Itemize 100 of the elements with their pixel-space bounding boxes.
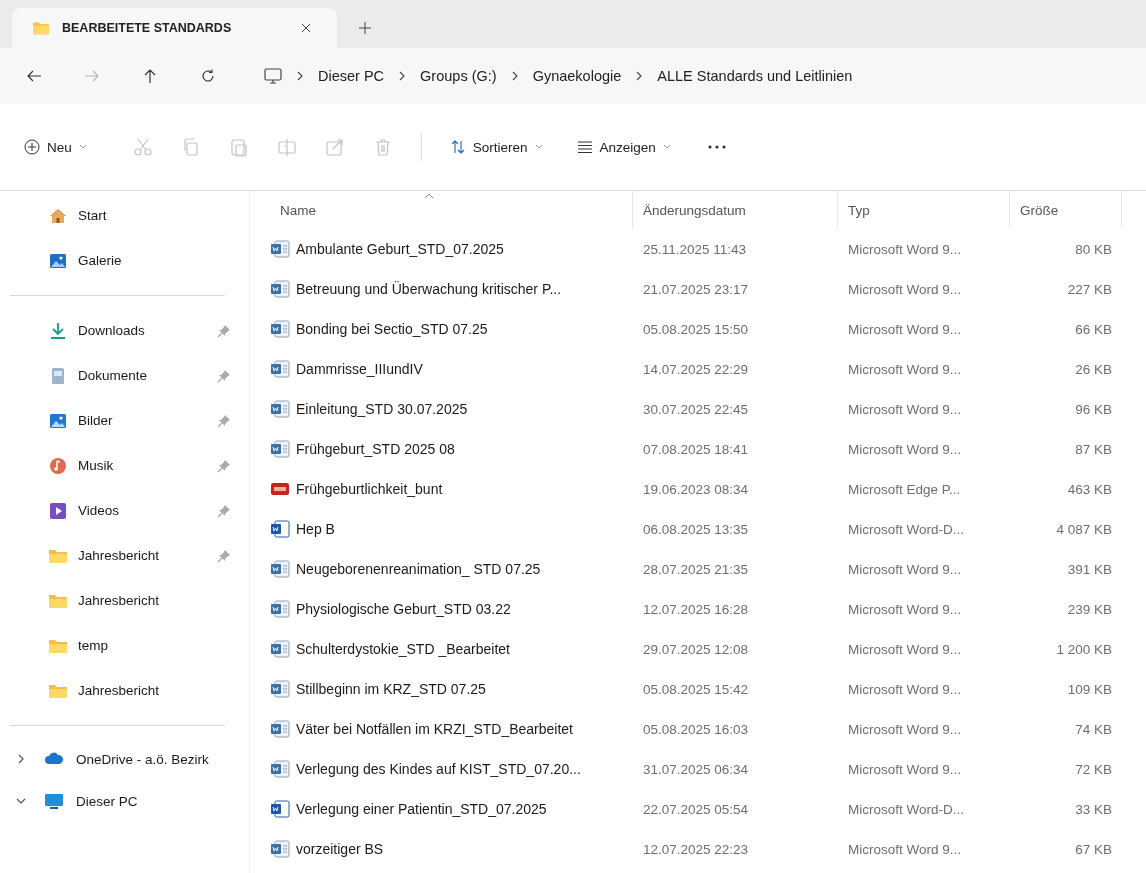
modified-date: 21.07.2025 23:17 xyxy=(643,281,749,297)
file-name[interactable]: Väter bei Notfällen im KRZI_STD_Bearbeitet xyxy=(296,721,573,737)
modified-date: 07.08.2025 18:41 xyxy=(643,441,749,457)
chevron-right-icon[interactable] xyxy=(16,754,26,764)
pin-icon[interactable] xyxy=(217,323,231,338)
chevron-right-icon xyxy=(398,71,407,81)
pin-icon[interactable] xyxy=(217,548,231,563)
file-type: Microsoft Word 9... xyxy=(848,761,962,777)
word-file-icon xyxy=(270,840,290,858)
sidebar-item[interactable]: Start xyxy=(0,193,249,238)
file-type: Microsoft Word 9... xyxy=(848,321,962,337)
file-name[interactable]: vorzeitiger BS xyxy=(296,841,384,857)
sidebar-item[interactable]: Dokumente xyxy=(0,353,249,398)
file-name[interactable]: Verlegung einer Patientin_STD_07.2025 xyxy=(296,801,547,817)
file-type: Microsoft Word-D... xyxy=(848,801,964,817)
word-file-icon xyxy=(270,600,290,618)
videos-icon xyxy=(48,500,68,521)
file-size: 26 KB xyxy=(1075,361,1112,377)
file-name[interactable]: Einleitung_STD 30.07.2025 xyxy=(296,401,468,417)
file-type: Microsoft Word-D... xyxy=(848,521,964,537)
breadcrumb-item[interactable]: Dieser PC xyxy=(318,68,385,84)
file-type: Microsoft Word 9... xyxy=(848,561,962,577)
modified-date: 14.07.2025 22:29 xyxy=(643,361,749,377)
file-name[interactable]: Stillbeginn im KRZ_STD 07.25 xyxy=(296,681,486,697)
file-size: 239 KB xyxy=(1067,601,1112,617)
folder-tab[interactable]: BEARBEITETE STANDARDS xyxy=(12,8,337,48)
file-name[interactable]: Verlegung des Kindes auf KIST_STD_07.20... xyxy=(296,761,581,777)
breadcrumb-item[interactable]: ALLE Standards und Leitlinien xyxy=(657,68,853,84)
column-header[interactable]: Größe xyxy=(1010,191,1122,229)
word-file-icon xyxy=(270,800,290,818)
file-size: 80 KB xyxy=(1075,241,1112,257)
word-file-icon xyxy=(270,680,290,698)
file-name[interactable]: Neugeborenenreanimation_ STD 07.25 xyxy=(296,561,541,577)
pin-icon[interactable] xyxy=(217,368,231,383)
file-name[interactable]: Dammrisse_IIIundIV xyxy=(296,361,423,377)
file-size: 87 KB xyxy=(1075,441,1112,457)
refresh-icon[interactable] xyxy=(200,68,216,84)
word-file-icon xyxy=(270,240,290,258)
word-file-icon xyxy=(270,280,290,298)
file-name[interactable]: Schulterdystokie_STD _Bearbeitet xyxy=(296,641,510,657)
sidebar-item[interactable]: Musik xyxy=(0,443,249,488)
file-size: 66 KB xyxy=(1075,321,1112,337)
file-name[interactable]: Bonding bei Sectio_STD 07.25 xyxy=(296,321,488,337)
pin-icon[interactable] xyxy=(217,503,231,518)
download-icon xyxy=(48,320,68,341)
tree-item[interactable]: OneDrive - a.ö. Bezirk xyxy=(0,738,249,780)
modified-date: 25.11.2025 11:43 xyxy=(643,241,747,257)
music-icon xyxy=(48,455,68,476)
file-type: Microsoft Word 9... xyxy=(848,601,962,617)
chevron-right-icon xyxy=(510,71,519,81)
file-type: Microsoft Edge P... xyxy=(848,481,961,497)
file-name[interactable]: Hep B xyxy=(296,521,335,537)
file-name[interactable]: Frühgeburtlichkeit_bunt xyxy=(296,481,443,497)
file-size: 463 KB xyxy=(1067,481,1112,497)
file-size: 74 KB xyxy=(1075,721,1112,737)
file-type: Microsoft Word 9... xyxy=(848,361,962,377)
file-size: 227 KB xyxy=(1067,281,1112,297)
file-size: 109 KB xyxy=(1067,681,1112,697)
file-size: 96 KB xyxy=(1075,401,1112,417)
sidebar-item[interactable]: Bilder xyxy=(0,398,249,443)
sidebar-item[interactable]: Jahresbericht xyxy=(0,668,249,713)
column-header[interactable]: Typ xyxy=(838,191,1010,229)
modified-date: 05.08.2025 16:03 xyxy=(643,721,749,737)
sidebar-item[interactable]: Downloads xyxy=(0,308,249,353)
breadcrumb-item[interactable]: Gynaekologie xyxy=(532,68,622,84)
file-name[interactable]: Physiologische Geburt_STD 03.22 xyxy=(296,601,511,617)
sidebar-item[interactable]: Videos xyxy=(0,488,249,533)
up-icon[interactable] xyxy=(142,68,158,84)
tree-item[interactable]: Dieser PC xyxy=(0,780,249,822)
modified-date: 19.06.2023 08:34 xyxy=(643,481,749,497)
word-file-icon xyxy=(270,560,290,578)
modified-date: 12.07.2025 22:23 xyxy=(643,841,749,857)
file-size: 33 KB xyxy=(1075,801,1112,817)
pin-icon[interactable] xyxy=(217,458,231,473)
caret-icon xyxy=(534,144,543,150)
list-view-icon xyxy=(576,139,593,155)
sidebar-item[interactable]: Jahresbericht xyxy=(0,533,249,578)
pc-icon xyxy=(44,791,64,811)
column-header[interactable]: Änderungsdatum xyxy=(633,191,838,229)
sidebar-item[interactable]: temp xyxy=(0,623,249,668)
more-icon[interactable] xyxy=(706,144,727,150)
file-size: 4 087 KB xyxy=(1056,521,1112,537)
sort-button[interactable]: Sortieren xyxy=(441,133,551,161)
new-tab-icon[interactable] xyxy=(359,22,371,34)
column-header[interactable]: Name xyxy=(264,191,633,229)
sidebar-item[interactable]: Galerie xyxy=(0,238,249,283)
chevron-down-icon[interactable] xyxy=(16,796,26,806)
sidebar-item[interactable]: Jahresbericht xyxy=(0,578,249,623)
breadcrumb-item[interactable]: Groups (G:) xyxy=(420,68,497,84)
close-icon[interactable] xyxy=(301,23,311,33)
file-name[interactable]: Betreuung und Überwachung kritischer P... xyxy=(296,281,562,297)
modified-date: 31.07.2025 06:34 xyxy=(643,761,749,777)
pin-icon[interactable] xyxy=(217,413,231,428)
new-button[interactable]: Neu xyxy=(16,133,95,161)
back-icon[interactable] xyxy=(26,68,42,84)
modified-date: 22.07.2025 05:54 xyxy=(643,801,749,817)
file-type: Microsoft Word 9... xyxy=(848,721,962,737)
file-name[interactable]: Frühgeburt_STD 2025 08 xyxy=(296,441,455,457)
view-button[interactable]: Anzeigen xyxy=(568,133,679,161)
file-name[interactable]: Ambulante Geburt_STD_07.2025 xyxy=(296,241,504,257)
